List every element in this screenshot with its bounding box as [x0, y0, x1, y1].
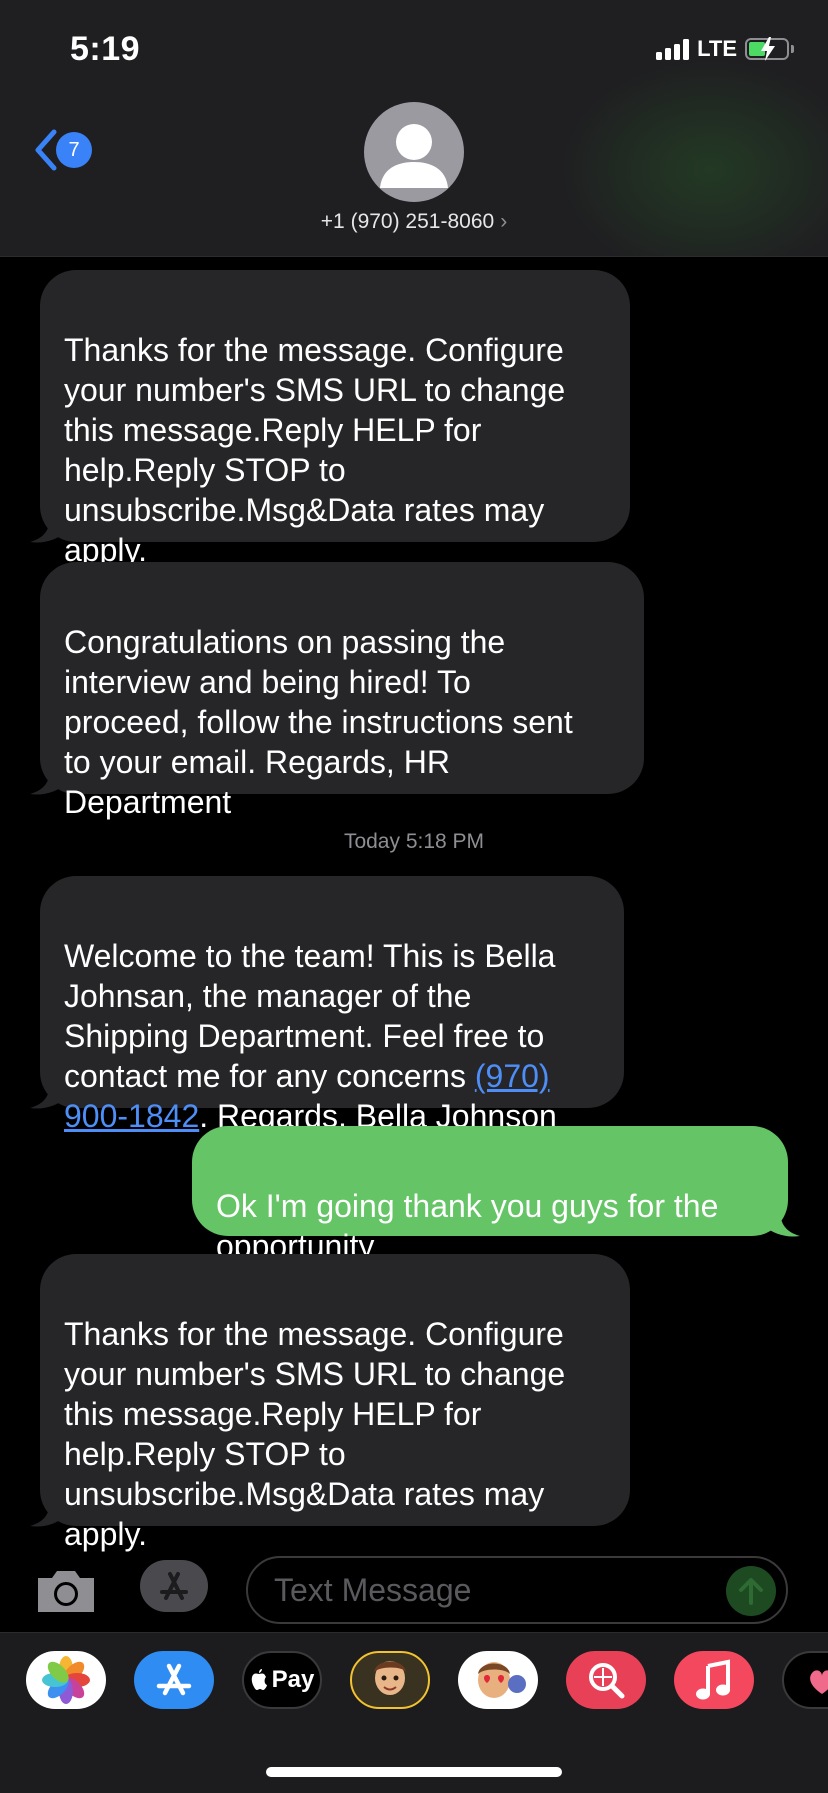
message-composer: Text Message — [0, 1540, 828, 1632]
status-time: 5:19 — [70, 30, 141, 68]
memoji-stickers-app-button[interactable] — [350, 1651, 430, 1709]
back-button[interactable]: 7 — [32, 128, 92, 172]
imessage-app-tray: Pay — [0, 1632, 828, 1793]
contact-avatar[interactable] — [364, 102, 464, 202]
app-store-icon — [160, 1572, 188, 1600]
incoming-message-bubble[interactable]: Thanks for the message. Configure your n… — [40, 1254, 630, 1552]
message-timestamp: Today 5:18 PM — [343, 830, 485, 853]
search-images-icon — [589, 1663, 625, 1699]
music-app-button[interactable] — [674, 1651, 754, 1709]
send-button[interactable] — [726, 1566, 776, 1616]
arrow-up-icon — [739, 1578, 763, 1605]
digital-touch-app-button[interactable] — [782, 1651, 828, 1709]
header-divider — [0, 256, 828, 257]
status-indicators: LTE — [656, 36, 794, 62]
bubble-tail — [30, 1082, 66, 1109]
photos-icon — [42, 1656, 90, 1704]
message-input[interactable]: Text Message — [246, 1556, 788, 1624]
network-type: LTE — [697, 36, 737, 61]
phone-number-link[interactable]: (970) — [475, 1058, 550, 1094]
bubble-tail — [30, 768, 66, 795]
message-input-placeholder: Text Message — [274, 1572, 472, 1608]
camera-button[interactable] — [34, 1568, 98, 1619]
conversation-header: 5:19 LTE 7 +1 (970) 251-8060 › — [0, 0, 828, 256]
incoming-message-bubble[interactable]: Welcome to the team! This is Bella Johns… — [40, 876, 624, 1134]
person-icon — [380, 124, 448, 188]
app-store-icon — [156, 1663, 192, 1696]
contact-number: +1 (970) 251-8060 — [320, 210, 495, 233]
bubble-tail — [30, 516, 66, 543]
app-drawer-button[interactable] — [140, 1560, 208, 1612]
outgoing-message-bubble[interactable]: Ok I'm going thank you guys for the oppo… — [192, 1126, 788, 1264]
message-text: Thanks for the message. Configure your n… — [64, 332, 566, 568]
bubble-tail — [764, 1210, 800, 1237]
apple-pay-icon — [251, 1669, 267, 1690]
app-store-app-button[interactable] — [134, 1651, 214, 1709]
home-indicator — [266, 1767, 562, 1777]
memoji-stickers-icon — [374, 1661, 406, 1695]
phone-number-link[interactable]: 900-1842 — [64, 1098, 199, 1134]
cellular-signal-icon — [656, 38, 690, 60]
apple-pay-label: Pay — [271, 1666, 315, 1693]
battery-terminal — [791, 45, 794, 53]
camera-icon — [38, 1571, 94, 1612]
message-text: Congratulations on passing the interview… — [64, 624, 573, 820]
image-search-app-button[interactable] — [566, 1651, 646, 1709]
chevron-right-icon: › — [500, 210, 508, 233]
apple-pay-app-button[interactable]: Pay — [242, 1651, 322, 1709]
contact-name-button[interactable]: +1 (970) 251-8060 › — [0, 210, 828, 234]
photos-app-button[interactable] — [26, 1651, 106, 1709]
message-text: Ok I'm going thank you guys for the oppo… — [216, 1188, 719, 1264]
animoji-icon — [478, 1662, 526, 1698]
message-text: Thanks for the message. Configure your n… — [64, 1316, 566, 1552]
animoji-app-button[interactable] — [458, 1651, 538, 1709]
bubble-tail — [30, 1500, 66, 1527]
unread-count-badge: 7 — [56, 132, 92, 168]
digital-touch-icon — [810, 1670, 828, 1694]
battery-charging-icon — [745, 37, 789, 61]
music-icon — [696, 1659, 730, 1700]
incoming-message-bubble[interactable]: Thanks for the message. Configure your n… — [40, 270, 630, 568]
incoming-message-bubble[interactable]: Congratulations on passing the interview… — [40, 562, 644, 820]
